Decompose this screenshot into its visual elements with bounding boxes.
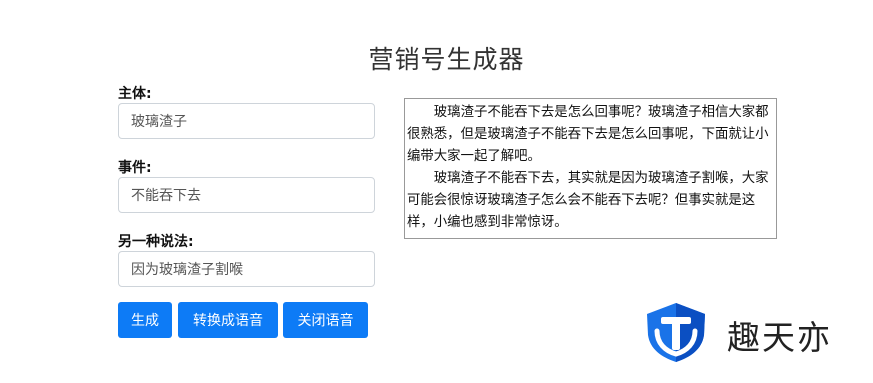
- event-label: 事件:: [118, 160, 152, 176]
- close-speech-button[interactable]: 关闭语音: [283, 302, 368, 338]
- convert-to-speech-button[interactable]: 转换成语音: [178, 302, 278, 338]
- watermark-text: 趣天亦: [727, 318, 832, 357]
- shield-icon: [647, 303, 705, 362]
- output-paragraph: 玻璃渣子不能吞下去是怎么回事呢？玻璃渣子相信大家都很熟悉，但是玻璃渣子不能吞下去…: [407, 105, 769, 164]
- generate-button[interactable]: 生成: [118, 302, 172, 338]
- output-paragraph: 玻璃渣子不能吞下去，其实就是因为玻璃渣子割喉，大家可能会很惊讶玻璃渣子怎么会不能…: [407, 171, 769, 230]
- subject-input[interactable]: [118, 103, 375, 139]
- watermark-logo: 趣天亦: [641, 301, 866, 362]
- alt-phrase-input[interactable]: [118, 251, 375, 287]
- alt-phrase-label: 另一种说法:: [118, 234, 194, 250]
- subject-label: 主体:: [118, 86, 152, 102]
- page-title: 营销号生成器: [368, 45, 525, 74]
- generated-text-output: 玻璃渣子不能吞下去是怎么回事呢？玻璃渣子相信大家都很熟悉，但是玻璃渣子不能吞下去…: [404, 98, 777, 239]
- event-input[interactable]: [118, 177, 375, 213]
